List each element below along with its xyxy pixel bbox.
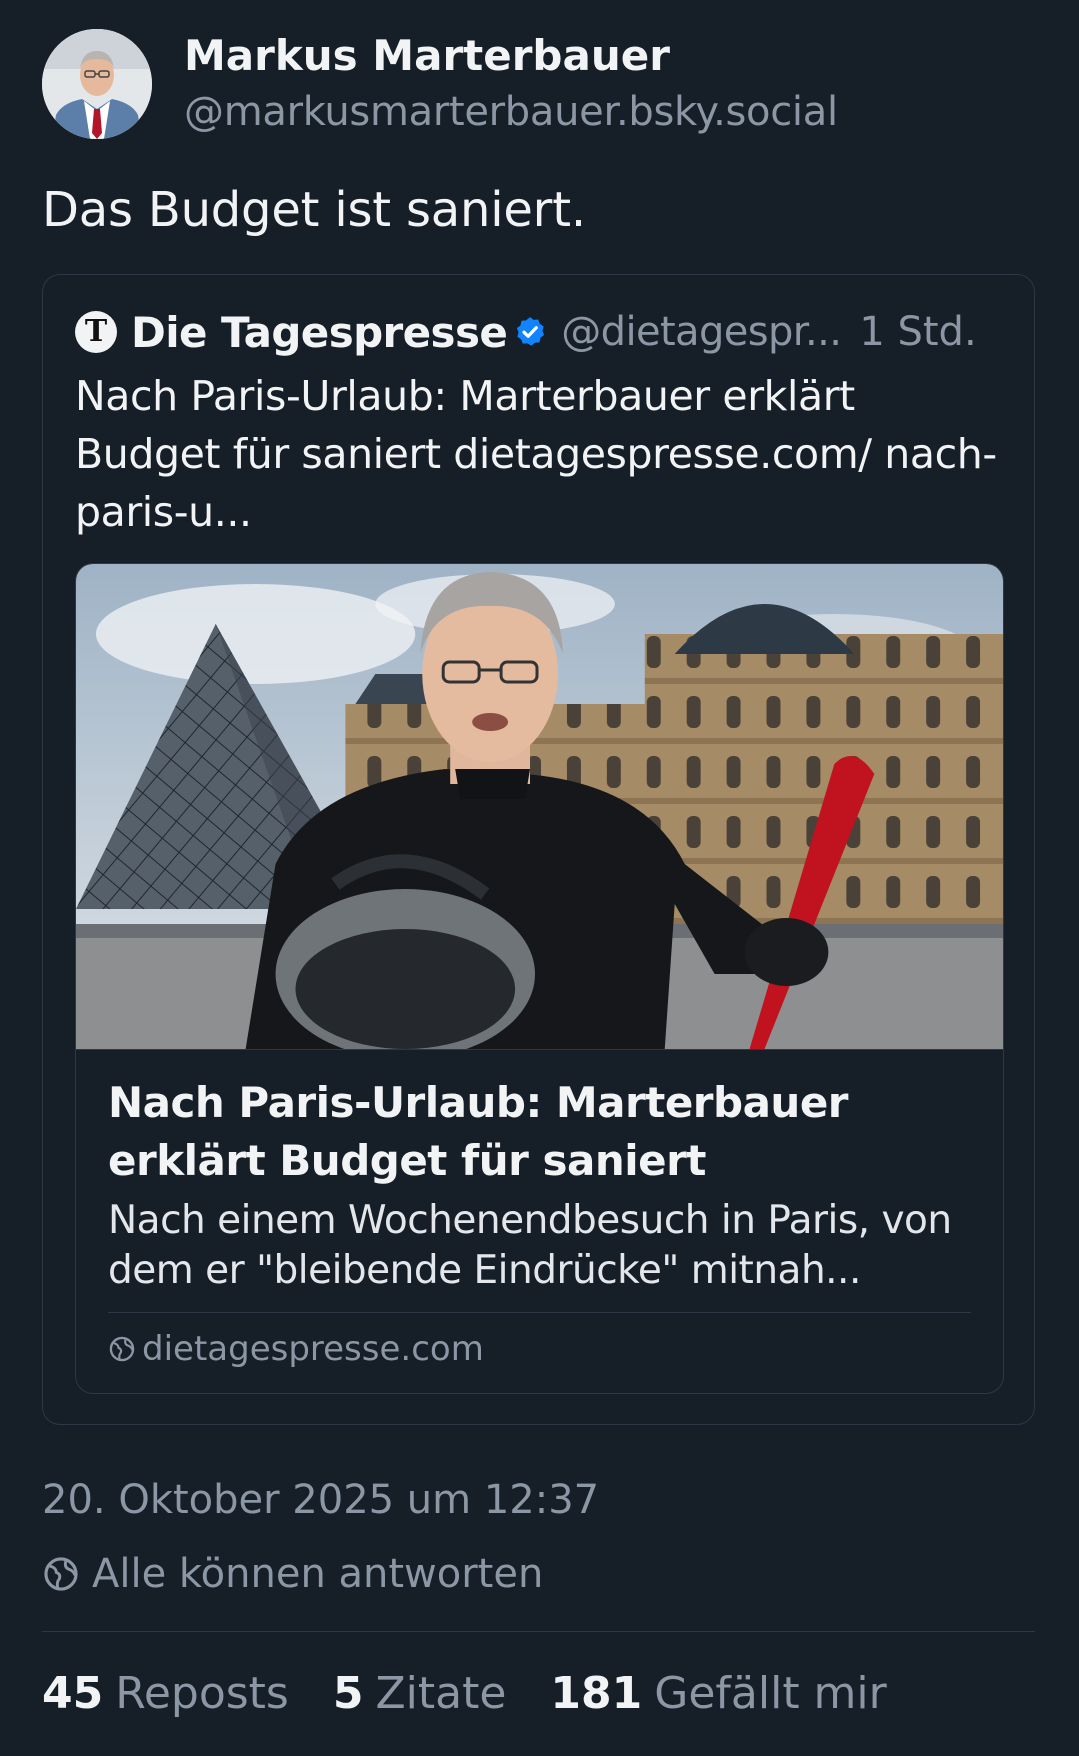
globe-icon [44,1557,78,1591]
avatar-photo [42,29,152,139]
quoted-post[interactable]: T Die Tagespresse @dietagespr... 1 Std. … [42,274,1035,1425]
verified-check-icon [517,317,545,346]
author-handle[interactable]: @markusmarterbauer.bsky.social [184,84,838,140]
likes-stat[interactable]: 181 Gefällt mir [550,1664,886,1724]
link-preview-card[interactable]: Nach Paris-Urlaub: Marterbauer erklärt B… [75,563,1004,1394]
author-avatar[interactable] [42,29,152,139]
link-preview-description: Nach einem Wochenendbesuch in Paris, von… [108,1198,952,1293]
link-preview-image [76,564,1003,1050]
globe-icon [109,1336,135,1362]
quoted-author-handle[interactable]: @dietagespr... [561,309,842,355]
quoted-post-time: 1 Std. [859,309,977,355]
likes-count: 181 [550,1668,643,1719]
post-text: Das Budget ist saniert. [42,182,586,238]
quotes-stat[interactable]: 5 Zitate [333,1664,507,1724]
post-stats: 45 Reposts 5 Zitate 181 Gefällt mir [42,1664,1037,1724]
post-timestamp: 20. Oktober 2025 um 12:37 [42,1477,600,1523]
quoted-post-header: T Die Tagespresse @dietagespr... 1 Std. [75,305,1002,359]
author-row: Markus Marterbauer @markusmarterbauer.bs… [42,28,1037,140]
reposts-count: 45 [42,1668,104,1719]
reply-setting[interactable]: Alle können antworten [42,1547,1037,1601]
link-preview-body: Nach Paris-Urlaub: Marterbauer erklärt B… [76,1050,1003,1393]
quoted-post-text: Nach Paris-Urlaub: Marterbauer erklärt B… [75,372,997,536]
post: Markus Marterbauer @markusmarterbauer.bs… [42,28,1037,1724]
link-preview-divider [108,1312,971,1313]
reply-setting-label: Alle können antworten [92,1551,544,1597]
likes-label: Gefällt mir [654,1668,887,1719]
link-preview-domain-row: dietagespresse.com [108,1329,971,1369]
quotes-label: Zitate [375,1668,507,1719]
quoted-author-avatar[interactable]: T [75,311,117,353]
author-names[interactable]: Markus Marterbauer @markusmarterbauer.bs… [184,28,838,140]
quoted-author-name[interactable]: Die Tagespresse [131,308,508,357]
quoted-avatar-letter: T [84,314,108,349]
author-display-name[interactable]: Markus Marterbauer [184,28,838,84]
stats-divider [42,1631,1035,1632]
link-preview-title: Nach Paris-Urlaub: Marterbauer erklärt B… [108,1078,849,1185]
reposts-label: Reposts [115,1668,289,1719]
link-preview-domain: dietagespresse.com [142,1329,484,1369]
reposts-stat[interactable]: 45 Reposts [42,1664,289,1724]
quotes-count: 5 [332,1668,364,1719]
